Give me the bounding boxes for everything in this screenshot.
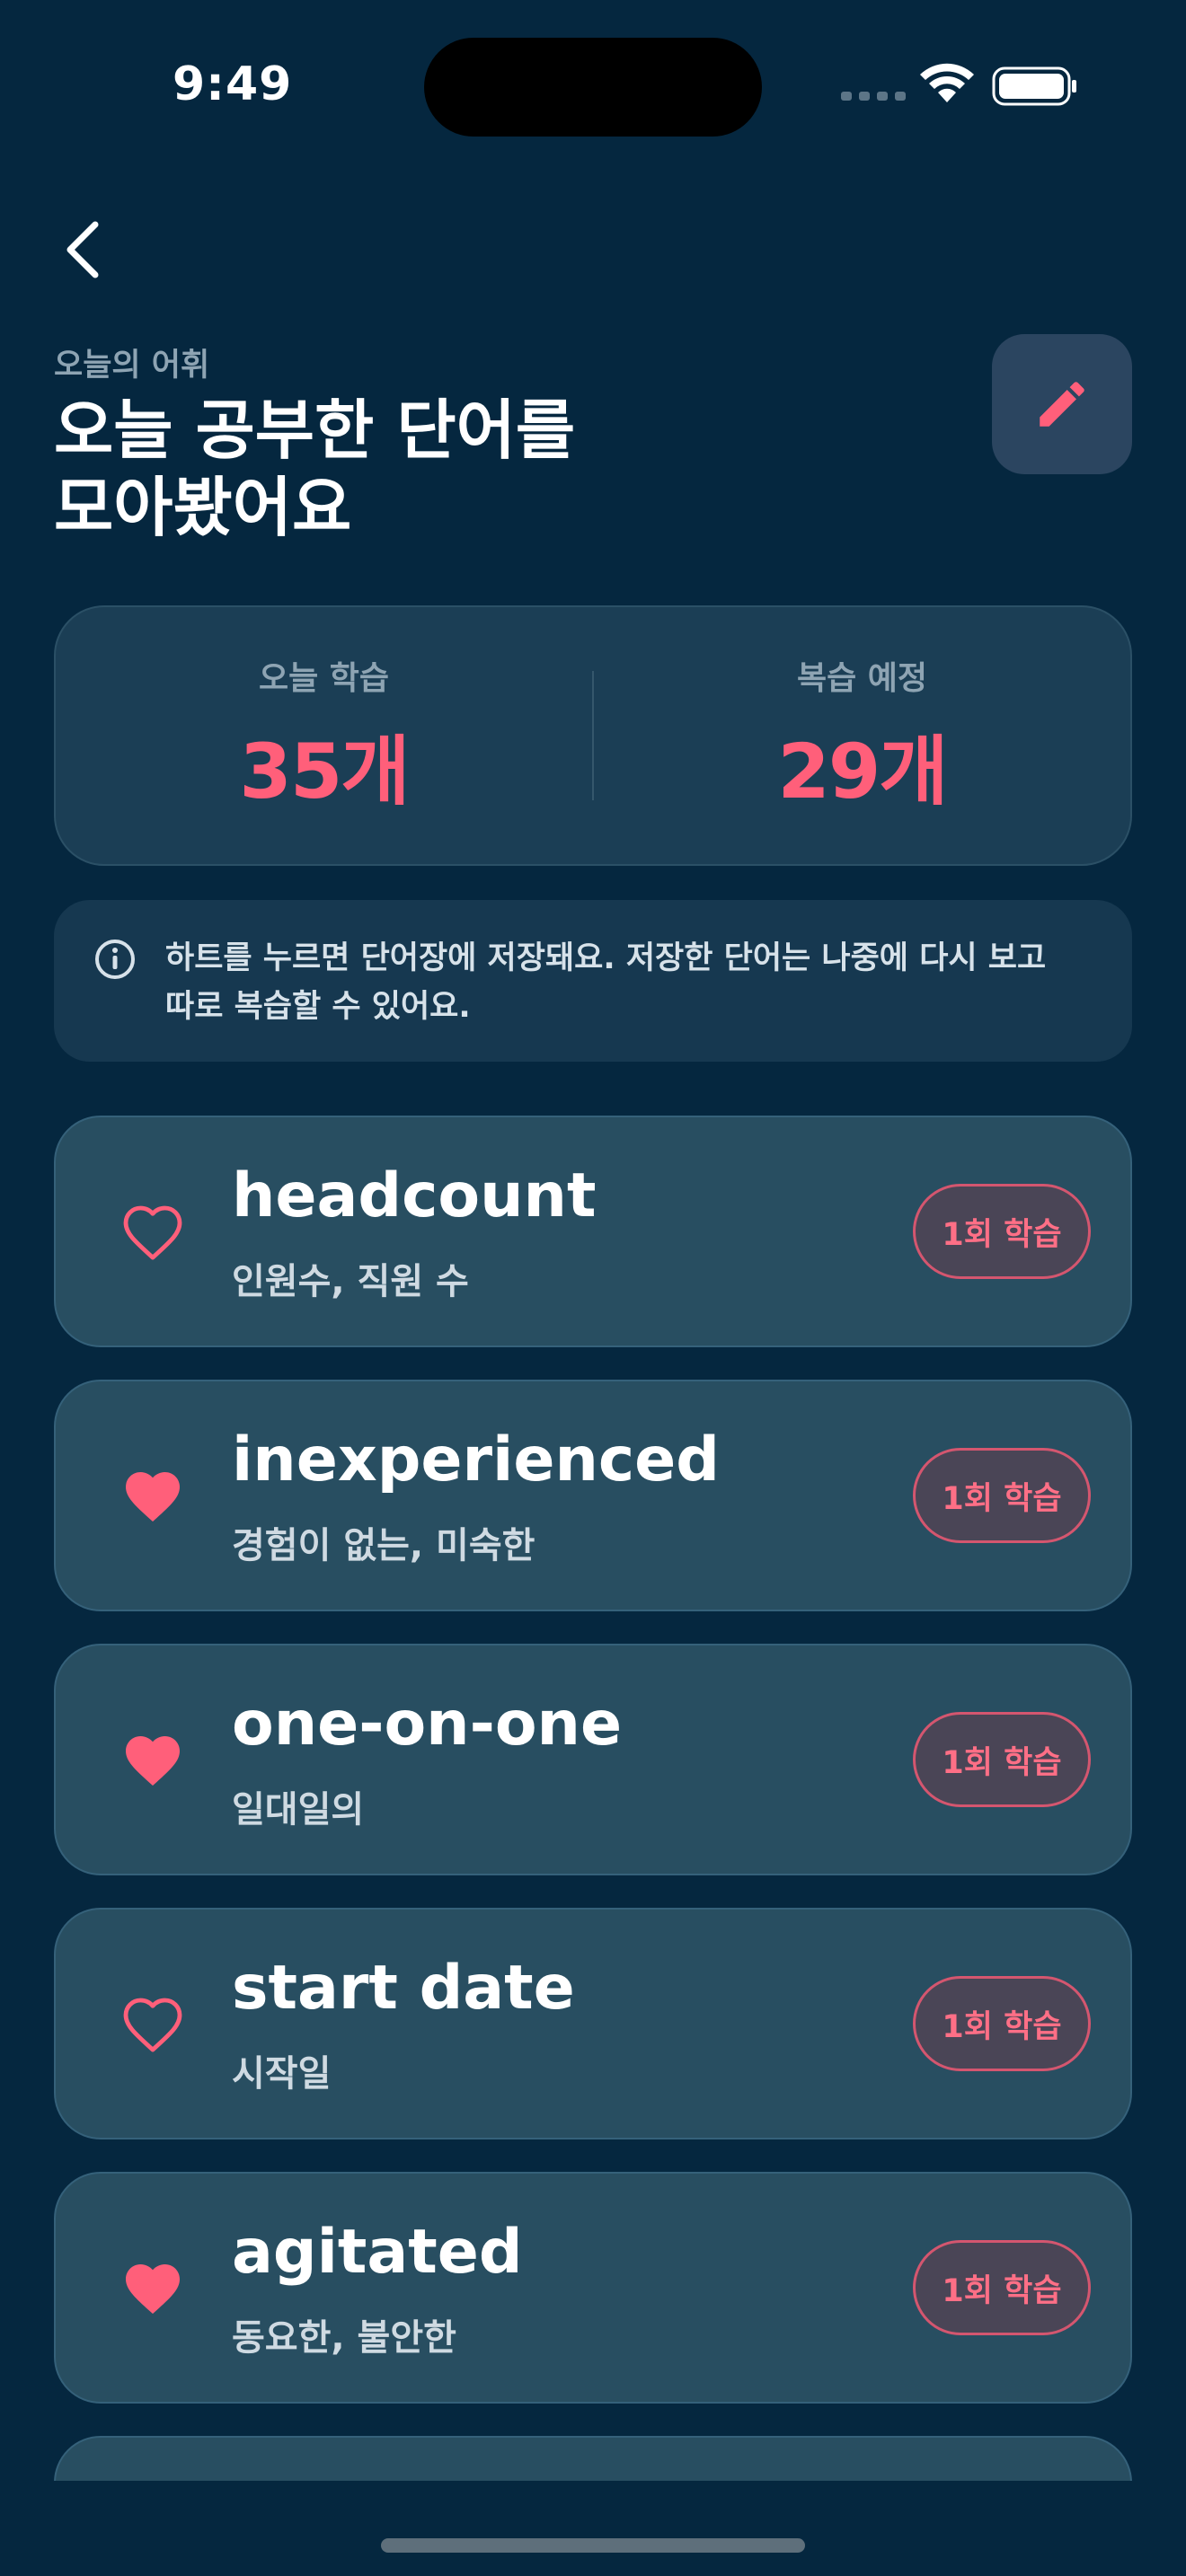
- back-button[interactable]: [50, 212, 115, 287]
- study-count-badge: 1회 학습: [913, 1712, 1091, 1807]
- word-text: inexperienced: [232, 1425, 720, 1495]
- stat-today: 오늘 학습 35개: [56, 652, 592, 820]
- cellular-signal-icon: [841, 92, 906, 101]
- stat-today-value: 35개: [239, 727, 410, 816]
- stat-review-value: 29개: [777, 727, 948, 816]
- page-title-line1: 오늘 공부한 단어를: [54, 393, 576, 468]
- stats-card: 오늘 학습 35개 복습 예정 29개: [54, 605, 1132, 866]
- info-text-line2: 따로 복습할 수 있어요.: [165, 989, 471, 1025]
- word-card[interactable]: inexperienced 경험이 없는, 미숙한 1회 학습: [54, 1380, 1132, 1611]
- favorite-button[interactable]: [111, 2247, 194, 2330]
- pencil-icon: [1040, 382, 1084, 427]
- edit-button[interactable]: [992, 334, 1132, 474]
- info-text-line1: 하트를 누르면 단어장에 저장돼요. 저장한 단어는 나중에 다시 보고: [165, 940, 1047, 976]
- word-meaning: 경험이 없는, 미숙한: [232, 1525, 535, 1566]
- info-banner: 하트를 누르면 단어장에 저장돼요. 저장한 단어는 나중에 다시 보고 따로 …: [54, 900, 1132, 1062]
- stat-review-label: 복습 예정: [796, 659, 927, 697]
- info-circle-icon: [95, 940, 135, 979]
- status-time: 9:49: [173, 57, 293, 111]
- stat-review: 복습 예정 29개: [594, 652, 1130, 820]
- info-text: 하트를 누르면 단어장에 저장돼요. 저장한 단어는 나중에 다시 보고 따로 …: [165, 934, 1046, 1031]
- word-meaning: 인원수, 직원 수: [232, 1261, 469, 1302]
- word-text: headcount: [232, 1160, 597, 1231]
- word-meaning: 동요한, 불안한: [232, 2317, 456, 2359]
- heart-filled-icon: [126, 1736, 180, 1786]
- word-card[interactable]: start date 시작일 1회 학습: [54, 1908, 1132, 2139]
- study-count-badge: 1회 학습: [913, 1448, 1091, 1543]
- favorite-button[interactable]: [111, 1455, 194, 1538]
- word-text: agitated: [232, 2217, 523, 2288]
- stat-today-label: 오늘 학습: [258, 659, 389, 697]
- word-meaning: 일대일의: [232, 1789, 365, 1831]
- dynamic-island: [424, 38, 762, 137]
- favorite-button[interactable]: [111, 1191, 194, 1274]
- study-count-badge: 1회 학습: [913, 1184, 1091, 1279]
- heart-filled-icon: [126, 1472, 180, 1522]
- study-count-badge: 1회 학습: [913, 1976, 1091, 2071]
- word-text: start date: [232, 1953, 575, 2024]
- heart-outline-icon: [123, 1998, 182, 2052]
- bottom-area: [0, 2481, 1186, 2576]
- vocabulary-screen: 9:49 오늘의 어휘 오늘 공부한 단어를 모아봤어요 오늘 학습 35개 복…: [0, 0, 1186, 2576]
- page-title-line2: 모아봤어요: [54, 470, 352, 545]
- page-subtitle: 오늘의 어휘: [54, 348, 210, 384]
- favorite-button[interactable]: [111, 1719, 194, 1802]
- heart-outline-icon: [123, 1205, 182, 1260]
- chevron-left-icon: [66, 221, 99, 278]
- heart-filled-icon: [126, 2264, 180, 2315]
- study-count-badge: 1회 학습: [913, 2240, 1091, 2335]
- word-card-partial[interactable]: [54, 2436, 1132, 2481]
- word-card[interactable]: agitated 동요한, 불안한 1회 학습: [54, 2172, 1132, 2404]
- favorite-button[interactable]: [111, 1983, 194, 2066]
- word-text: one-on-one: [232, 1689, 623, 1760]
- word-meaning: 시작일: [232, 2053, 332, 2095]
- battery-icon: [992, 66, 1076, 106]
- word-list: headcount 인원수, 직원 수 1회 학습 inexperienced 경험이 …: [54, 1116, 1132, 2481]
- page-title: 오늘 공부한 단어를 모아봤어요: [54, 392, 863, 546]
- word-card[interactable]: headcount 인원수, 직원 수 1회 학습: [54, 1116, 1132, 1347]
- word-card[interactable]: one-on-one 일대일의 1회 학습: [54, 1644, 1132, 1875]
- home-indicator[interactable]: [381, 2538, 805, 2553]
- wifi-icon: [920, 63, 974, 102]
